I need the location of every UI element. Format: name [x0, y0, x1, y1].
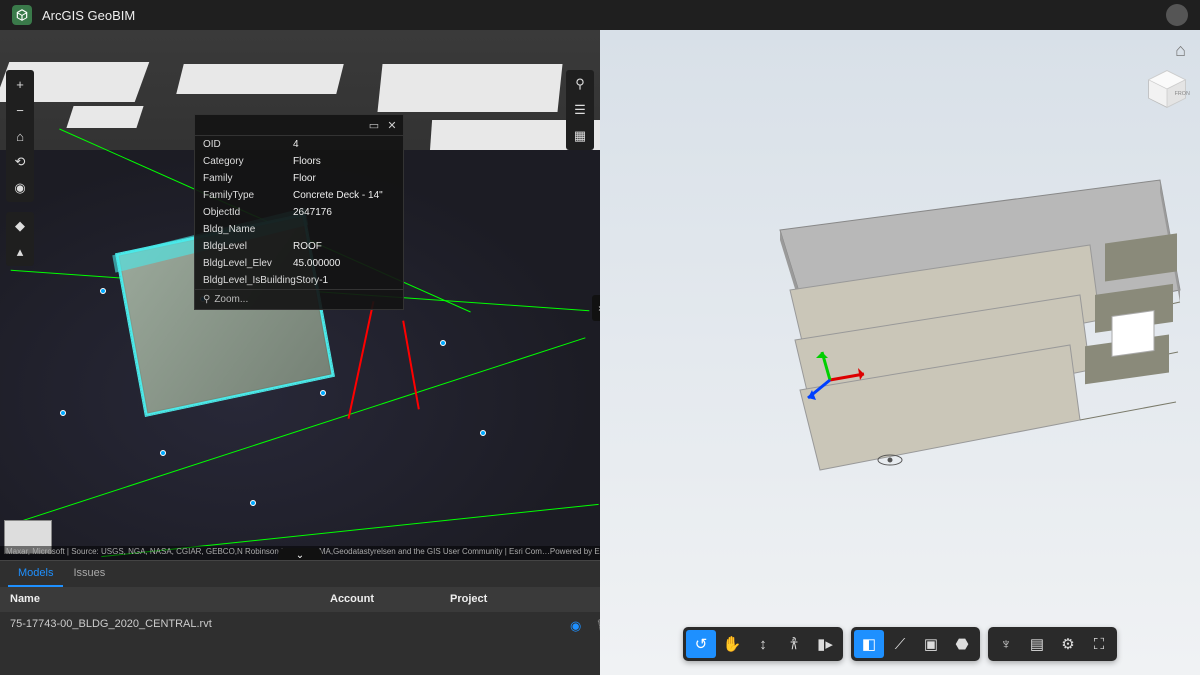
settings-icon[interactable]: ⚙ [1053, 630, 1083, 658]
home-icon[interactable]: ⌂ [8, 124, 32, 148]
map-3d-view[interactable]: +−⌂⟲◉ ◆▴ ⚲☰▦ ▭ ✕ OID4CategoryFloorsFamil… [0, 30, 600, 560]
zoom-to-link[interactable]: ⚲ Zoom... [195, 289, 403, 309]
pan-icon[interactable]: ✋ [717, 630, 747, 658]
model-browser-icon[interactable]: ⬣ [947, 630, 977, 658]
popup-row: ObjectId2647176 [195, 204, 403, 221]
pane-divider-handle[interactable]: › [592, 295, 600, 321]
gis-pane: +−⌂⟲◉ ◆▴ ⚲☰▦ ▭ ✕ OID4CategoryFloorsFamil… [0, 30, 600, 675]
cursor-icon[interactable]: ▴ [8, 240, 32, 264]
table-row[interactable]: 75-17743-00_BLDG_2020_CENTRAL.rvt◉🗑 [0, 611, 600, 640]
popup-row: BldgLevel_Elev45.000000 [195, 255, 403, 272]
orbit-icon[interactable]: ↺ [686, 630, 716, 658]
dock-icon[interactable]: ▭ [367, 118, 381, 132]
close-icon[interactable]: ✕ [385, 118, 399, 132]
popup-row: CategoryFloors [195, 153, 403, 170]
popup-row: OID4 [195, 136, 403, 153]
tab-models[interactable]: Models [8, 561, 63, 587]
basemap-icon[interactable]: ▦ [568, 124, 592, 148]
popup-row: BldgLevel_IsBuildingStory-1 [195, 272, 403, 289]
app-logo [12, 5, 32, 25]
map-toolbar: +−⌂⟲◉ [6, 70, 34, 202]
zoom-in-icon[interactable]: + [8, 72, 32, 96]
dolly-icon[interactable]: ↕ [748, 630, 778, 658]
zoom-out-icon[interactable]: − [8, 98, 32, 122]
zoom-icon: ⚲ [203, 294, 210, 305]
explode-icon[interactable]: ▣ [916, 630, 946, 658]
panel-expand-handle[interactable]: ⌄ [278, 548, 322, 560]
bim-model[interactable] [660, 170, 1190, 490]
models-panel: ModelsIssues Name Account Project 75-177… [0, 560, 600, 675]
popup-row: FamilyFloor [195, 170, 403, 187]
compass-icon[interactable]: ◉ [8, 176, 32, 200]
popup-row: FamilyTypeConcrete Deck - 14" [195, 187, 403, 204]
titlebar: ArcGIS GeoBIM [0, 0, 1200, 30]
home3d-icon[interactable]: ⌂ [1175, 40, 1186, 61]
popup-row: BldgLevelROOF [195, 238, 403, 255]
bim-viewer[interactable]: ⌂ FRONT [600, 30, 1200, 675]
col-account[interactable]: Account [320, 587, 440, 611]
map-toolbar-2: ◆▴ [6, 212, 34, 266]
user-avatar[interactable] [1166, 4, 1188, 26]
walk-icon[interactable]: 𐀪 [779, 630, 809, 658]
section-icon[interactable]: ◧ [854, 630, 884, 658]
camera-icon[interactable]: ▮▸ [810, 630, 840, 658]
view-cube[interactable]: FRONT [1144, 66, 1190, 112]
tree-icon[interactable]: ♆ [991, 630, 1021, 658]
col-project[interactable]: Project [440, 587, 560, 611]
fullscreen-icon[interactable]: ⛶ [1084, 630, 1114, 658]
search-icon[interactable]: ⚲ [568, 72, 592, 96]
bim-toolbar: ↺✋↕𐀪▮▸ ◧⟋▣⬣ ♆▤⚙⛶ [683, 627, 1117, 661]
layers-icon[interactable]: ☰ [568, 98, 592, 122]
table-header: Name Account Project [0, 587, 600, 611]
color-icon[interactable]: ◆ [8, 214, 32, 238]
svg-text:FRONT: FRONT [1175, 91, 1190, 97]
measure-icon[interactable]: ⟋ [885, 630, 915, 658]
col-name[interactable]: Name [0, 587, 320, 611]
map-toolbar-right: ⚲☰▦ [566, 70, 594, 150]
feature-popup: ▭ ✕ OID4CategoryFloorsFamilyFloorFamilyT… [194, 114, 404, 310]
view-icon[interactable]: ◉ [570, 618, 581, 634]
properties-icon[interactable]: ▤ [1022, 630, 1052, 658]
app-title: ArcGIS GeoBIM [42, 8, 135, 23]
tab-issues[interactable]: Issues [63, 561, 115, 587]
rotate-icon[interactable]: ⟲ [8, 150, 32, 174]
popup-row: Bldg_Name [195, 221, 403, 238]
